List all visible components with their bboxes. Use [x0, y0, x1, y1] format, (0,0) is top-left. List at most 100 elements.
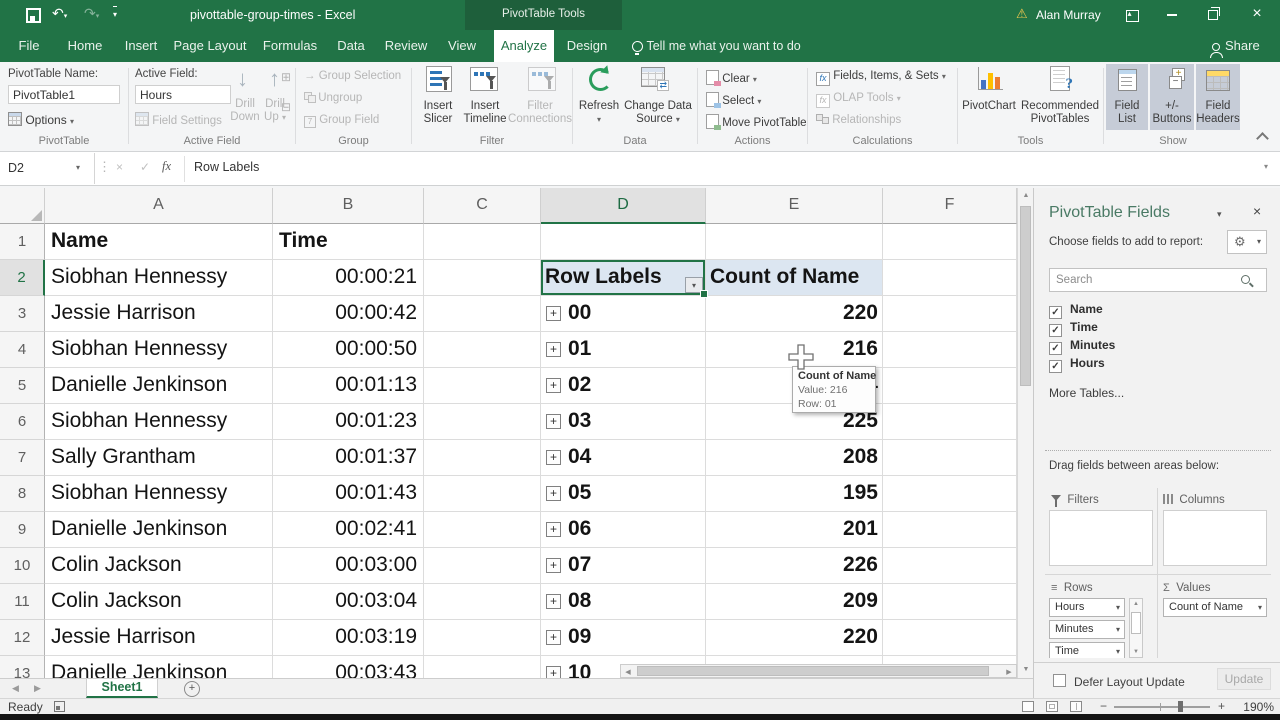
formula-bar-expand-icon[interactable]: ▾ [1264, 162, 1268, 171]
tab-analyze[interactable]: Analyze [494, 30, 554, 62]
cancel-icon[interactable]: × [116, 160, 123, 174]
rows-drop-area[interactable]: Hours▾Minutes▾Time▾ [1049, 598, 1125, 658]
vertical-scroll-thumb[interactable] [1020, 206, 1031, 386]
rows-field-hours[interactable]: Hours▾ [1049, 598, 1125, 617]
pivot-row-labels-header[interactable]: Row Labels▾ [541, 260, 706, 296]
active-field-input[interactable] [135, 85, 231, 104]
fields-items-sets-button[interactable]: fx Fields, Items, & Sets ▾ [816, 70, 946, 86]
cell-B11[interactable]: 00:03:04 [273, 584, 424, 620]
tab-review[interactable]: Review [380, 30, 432, 62]
row-header-7[interactable]: 7 [0, 440, 45, 476]
tab-formulas[interactable]: Formulas [256, 30, 324, 62]
tab-insert[interactable]: Insert [118, 30, 164, 62]
collapse-field-button[interactable]: ⊟ [281, 100, 291, 114]
cell-F6[interactable] [883, 404, 1017, 440]
expand-button[interactable]: + [546, 450, 561, 465]
cell-A13[interactable]: Danielle Jenkinson [45, 656, 273, 678]
sheet-nav-right-icon[interactable]: ▶ [34, 683, 41, 694]
group-field-button[interactable]: 7 Group Field [304, 114, 379, 128]
formula-input[interactable]: Row Labels [194, 160, 259, 174]
name-box-dropdown-icon[interactable]: ▾ [76, 163, 80, 172]
cell-E7[interactable]: 208 [706, 440, 883, 476]
warning-icon[interactable]: ⚠ [1016, 6, 1028, 22]
cell-B12[interactable]: 00:03:19 [273, 620, 424, 656]
tab-page-layout[interactable]: Page Layout [172, 30, 248, 62]
pivot-values-header[interactable]: Count of Name [706, 260, 883, 296]
search-input[interactable] [1050, 269, 1266, 291]
select-button[interactable]: Select ▾ [706, 92, 761, 107]
cell-B10[interactable]: 00:03:00 [273, 548, 424, 584]
row-header-12[interactable]: 12 [0, 620, 45, 656]
rows-field-minutes[interactable]: Minutes▾ [1049, 620, 1125, 639]
options-button[interactable]: Options ▾ [8, 112, 74, 127]
row-header-6[interactable]: 6 [0, 404, 45, 440]
expand-button[interactable]: + [546, 630, 561, 645]
view-normal-icon[interactable] [1022, 701, 1034, 712]
checkbox-checked-icon[interactable]: ✓ [1049, 360, 1062, 373]
expand-field-button[interactable]: ⊞ [281, 70, 291, 84]
rows-scroll-up[interactable]: ▲ [1130, 601, 1142, 607]
cell-D3[interactable]: +00 [541, 296, 706, 332]
cell-E11[interactable]: 209 [706, 584, 883, 620]
expand-button[interactable]: + [546, 666, 561, 678]
view-page-break-icon[interactable] [1070, 701, 1082, 712]
checkbox-checked-icon[interactable]: ✓ [1049, 324, 1062, 337]
cell-F7[interactable] [883, 440, 1017, 476]
cell-A12[interactable]: Jessie Harrison [45, 620, 273, 656]
cell-B13[interactable]: 00:03:43 [273, 656, 424, 678]
cell-A3[interactable]: Jessie Harrison [45, 296, 273, 332]
rows-scroll-thumb[interactable] [1131, 612, 1141, 634]
expand-button[interactable]: + [546, 594, 561, 609]
cell-C8[interactable] [424, 476, 541, 512]
pivottable-name-input[interactable] [8, 85, 120, 104]
cell-D8[interactable]: +05 [541, 476, 706, 512]
ungroup-button[interactable]: Ungroup [304, 92, 362, 104]
cell-C10[interactable] [424, 548, 541, 584]
column-header-D[interactable]: D [541, 188, 706, 224]
cell-F8[interactable] [883, 476, 1017, 512]
collapse-ribbon-button[interactable] [1256, 132, 1269, 145]
column-header-B[interactable]: B [273, 188, 424, 224]
recommended-pivottables-button[interactable]: ? [1050, 66, 1070, 96]
field-checkbox-item-time[interactable]: ✓Time [1049, 320, 1259, 338]
filters-drop-area[interactable] [1049, 510, 1153, 566]
expand-button[interactable]: + [546, 306, 561, 321]
insert-function-icon[interactable]: fx [162, 159, 171, 174]
filter-connections-button[interactable] [528, 67, 556, 96]
zoom-level[interactable]: 190% [1234, 700, 1274, 714]
cell-B2[interactable]: 00:00:21 [273, 260, 424, 296]
cell-C12[interactable] [424, 620, 541, 656]
field-checkbox-item-hours[interactable]: ✓Hours [1049, 356, 1259, 374]
expand-button[interactable]: + [546, 486, 561, 501]
cell-C5[interactable] [424, 368, 541, 404]
tab-view[interactable]: View [440, 30, 484, 62]
cell-F10[interactable] [883, 548, 1017, 584]
expand-button[interactable]: + [546, 558, 561, 573]
rows-scroll-down[interactable]: ▼ [1130, 649, 1142, 655]
tell-me-box[interactable]: Tell me what you want to do [632, 30, 832, 62]
name-box[interactable]: D2 ▾ [0, 153, 95, 184]
row-header-1[interactable]: 1 [0, 224, 45, 260]
column-header-A[interactable]: A [45, 188, 273, 224]
drill-down-button[interactable]: ↓ [237, 66, 248, 92]
save-button[interactable] [26, 8, 41, 26]
field-headers-toggle[interactable]: FieldHeaders [1196, 64, 1240, 130]
cell-D5[interactable]: +02 [541, 368, 706, 404]
cell-A4[interactable]: Siobhan Hennessy [45, 332, 273, 368]
field-checkbox-item-name[interactable]: ✓Name [1049, 302, 1259, 320]
drill-up-button[interactable]: ↑ [269, 66, 280, 92]
cell-A10[interactable]: Colin Jackson [45, 548, 273, 584]
cell-F9[interactable] [883, 512, 1017, 548]
cell-D9[interactable]: +06 [541, 512, 706, 548]
tab-data[interactable]: Data [330, 30, 372, 62]
field-list-toggle[interactable]: FieldList [1106, 64, 1148, 130]
zoom-slider-track[interactable] [1114, 706, 1210, 708]
redo-button[interactable]: ↷▾ [84, 5, 99, 25]
tab-design[interactable]: Design [560, 30, 614, 62]
cell-A11[interactable]: Colin Jackson [45, 584, 273, 620]
expand-button[interactable]: + [546, 414, 561, 429]
plus-minus-buttons-toggle[interactable]: +−+/-Buttons [1150, 64, 1194, 130]
select-all-corner[interactable] [0, 188, 45, 224]
cell-E3[interactable]: 220 [706, 296, 883, 332]
expand-button[interactable]: + [546, 522, 561, 537]
